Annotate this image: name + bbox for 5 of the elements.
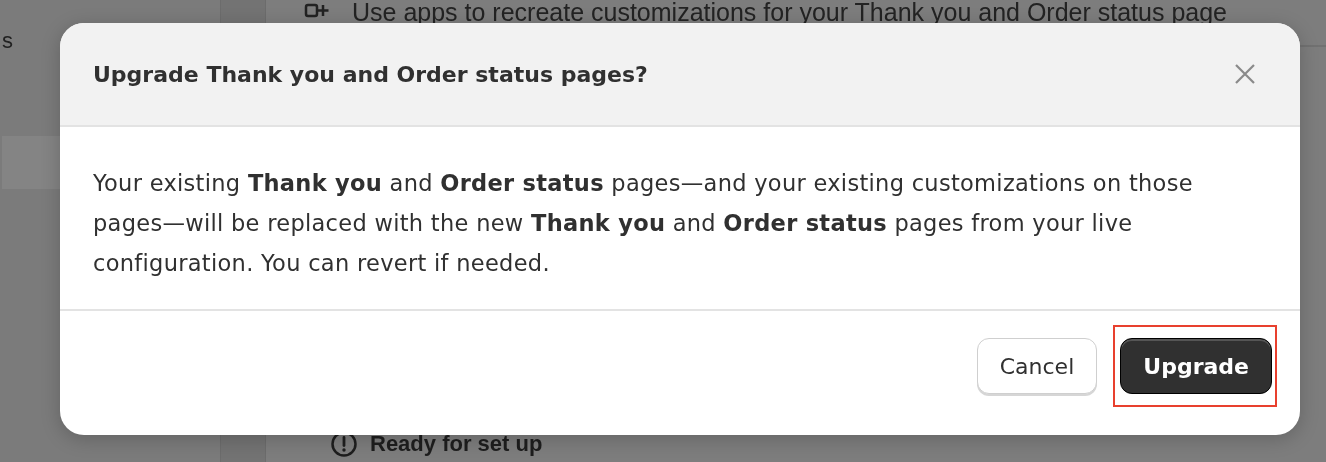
cancel-button[interactable]: Cancel bbox=[976, 338, 1098, 394]
status-text: Ready for set up bbox=[370, 431, 543, 457]
dialog-title: Upgrade Thank you and Order status pages? bbox=[93, 61, 648, 87]
upgrade-button[interactable]: Upgrade bbox=[1120, 338, 1272, 394]
dialog-message: Your existing Thank you and Order status pages—and your existing customizations on those pages—will be replaced with the new Thank you and Order status pages from your live configuration. You can revert if needed. bbox=[60, 127, 1300, 311]
